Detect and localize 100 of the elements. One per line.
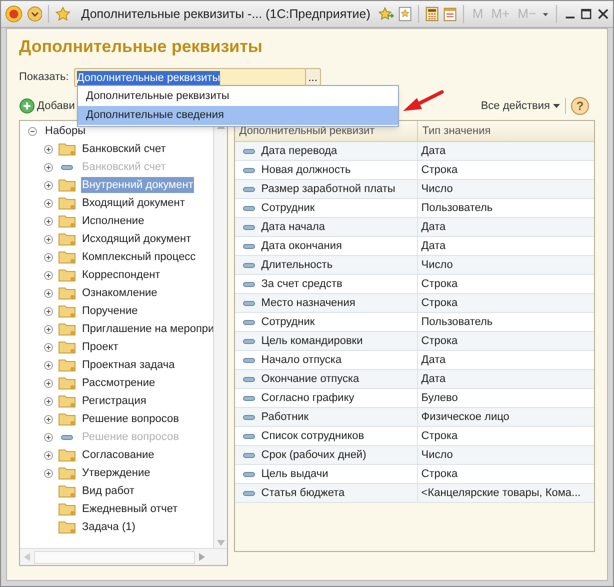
property-icon [243, 358, 256, 362]
folder-icon [58, 412, 76, 426]
property-icon [243, 206, 256, 210]
table-cell-text: Строка [421, 162, 458, 178]
window-title: Дополнительные реквизиты -... (1С:Предприятие) [81, 6, 370, 23]
close-icon[interactable] [596, 7, 609, 21]
expand-icon[interactable] [44, 342, 53, 352]
table-cell-text: Дата начала [261, 220, 326, 235]
maximize-icon[interactable] [580, 7, 593, 21]
table-cell-text: Дата [421, 372, 446, 387]
property-icon [243, 262, 256, 268]
table-cell-text: Сотрудник [261, 314, 315, 330]
logo-icon[interactable] [5, 4, 23, 24]
expand-icon[interactable] [44, 396, 53, 406]
dropdown-item[interactable]: Дополнительные реквизиты [78, 87, 398, 106]
table-cell-text: Строка [421, 296, 458, 311]
property-icon [243, 472, 256, 476]
tree-item[interactable]: Утверждение [81, 465, 152, 481]
table-cell-text: Дата перевода [261, 144, 338, 159]
table-cell-text: Согласно графику [261, 390, 354, 406]
table-cell-text: Новая должность [261, 162, 351, 178]
all-actions-button[interactable]: Все действия [480, 98, 560, 114]
table-cell-text: Окончание отпуска [261, 372, 360, 387]
expand-icon[interactable] [44, 216, 53, 226]
tree-item[interactable]: Ежедневный отчет [81, 501, 179, 517]
expand-icon[interactable] [44, 360, 53, 370]
property-icon [243, 148, 256, 154]
tree-item[interactable]: Проектная задача [81, 357, 176, 373]
folder-icon [58, 250, 76, 264]
folder-icon [58, 322, 76, 336]
tree-item[interactable]: Исходящий документ [81, 231, 192, 247]
table-cell-text: Цель командировки [261, 334, 363, 349]
property-icon [243, 434, 256, 438]
add-icon[interactable] [19, 98, 35, 114]
tree-item[interactable]: Задача (1) [81, 519, 136, 535]
expand-icon[interactable] [44, 324, 53, 334]
table-cell-text: Дата [421, 220, 446, 235]
expand-icon[interactable] [44, 468, 53, 478]
expand-icon[interactable] [44, 378, 53, 388]
folder-icon [58, 448, 76, 462]
folder-icon [58, 358, 76, 372]
tree-item[interactable]: Проект [81, 339, 120, 355]
add-button[interactable]: Добави [37, 98, 75, 114]
tree-item[interactable]: Регистрация [81, 393, 148, 409]
star-icon[interactable] [55, 5, 72, 23]
property-icon [243, 244, 256, 248]
folder-icon [58, 340, 76, 354]
collapse-icon[interactable] [28, 126, 37, 136]
expand-icon[interactable] [44, 270, 53, 280]
table-cell-text: Цель выдачи [261, 466, 328, 482]
folder-icon [58, 502, 76, 516]
table-cell-text: Строка [421, 428, 458, 444]
expand-icon[interactable] [44, 234, 53, 244]
table-cell-text: Работник [261, 410, 309, 425]
expand-icon[interactable] [44, 414, 53, 424]
tree-item[interactable]: Комплексный процесс [81, 249, 197, 265]
folder-icon [58, 196, 76, 210]
bookmark-icon[interactable] [398, 5, 412, 23]
tree-item[interactable]: Приглашение на меропри [81, 321, 214, 337]
table-cell-text: Булево [421, 390, 458, 406]
property-icon [243, 186, 256, 192]
table-cell-text: Список сотрудников [261, 428, 364, 444]
table-cell-text: <Канцелярские товары, Кома... [421, 486, 581, 501]
menu-icon[interactable] [26, 5, 42, 23]
show-field[interactable]: Дополнительные реквизиты [74, 68, 306, 87]
table-cell-text: Пользователь [421, 314, 493, 330]
expand-icon[interactable] [44, 180, 53, 190]
folder-icon [58, 232, 76, 246]
expand-icon[interactable] [44, 198, 53, 208]
dropdown-item[interactable]: Дополнительные сведения [78, 106, 398, 125]
table-cell-text: Пользователь [421, 200, 493, 216]
help-button[interactable]: ? [571, 97, 589, 115]
tree-item[interactable]: Поручение [81, 303, 139, 319]
tree-item[interactable]: Банковский счет [81, 141, 167, 157]
expand-icon[interactable] [44, 450, 53, 460]
caret-icon[interactable] [542, 10, 550, 18]
tree-item[interactable]: Рассмотрение [81, 375, 156, 391]
tree-item[interactable]: Корреспондент [81, 267, 162, 283]
tree-item[interactable]: Ознакомление [81, 285, 158, 301]
calculator-icon[interactable] [425, 5, 440, 23]
property-icon [243, 376, 256, 382]
property-icon [243, 300, 256, 306]
table-cell-text: Начало отпуска [261, 352, 342, 368]
expand-icon[interactable] [44, 144, 53, 154]
calendar-icon[interactable] [443, 5, 458, 23]
table-cell-text: Место назначения [261, 296, 356, 311]
expand-icon[interactable] [44, 252, 53, 262]
column-header[interactable]: Тип значения [418, 121, 594, 141]
tree-item[interactable]: Согласование [81, 447, 156, 463]
property-icon [243, 338, 256, 344]
tree-item[interactable]: Вид работ [81, 483, 136, 499]
tree-item[interactable]: Исполнение [81, 213, 146, 229]
caret-icon [553, 103, 560, 109]
tree-item[interactable]: Решение вопросов [81, 411, 180, 427]
expand-icon[interactable] [44, 306, 53, 316]
expand-icon[interactable] [44, 288, 53, 298]
property-icon [243, 414, 256, 420]
tree-item[interactable]: Наборы [45, 122, 86, 140]
property-icon [243, 490, 256, 496]
tree-item[interactable]: Входящий документ [81, 195, 186, 211]
